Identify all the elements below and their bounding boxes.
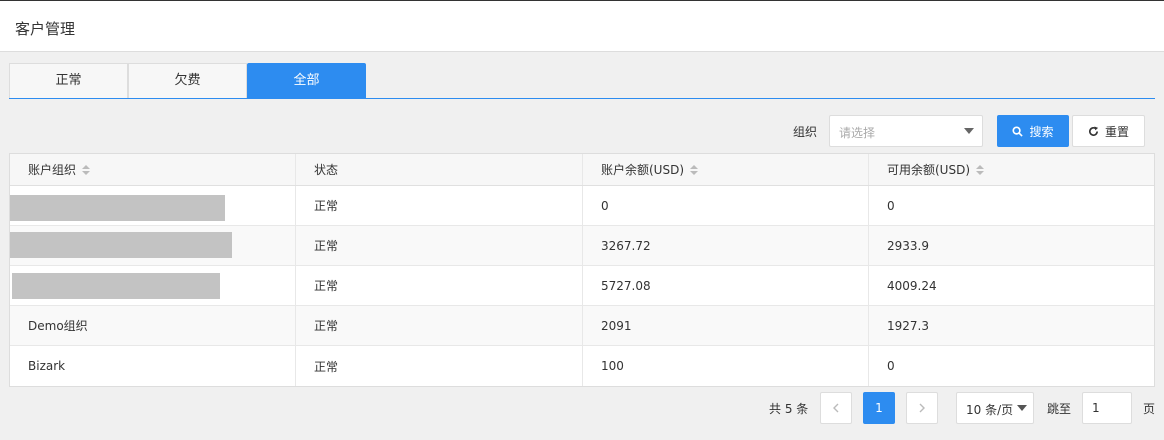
org-cell [10,266,296,305]
page-size-value: 10 条/页 [966,403,1014,417]
table-row: Demo组织 正常 2091 1927.3 [10,306,1154,346]
org-select-placeholder: 请选择 [839,126,876,140]
customer-table: 账户组织 状态 账户余额(USD) 可用余额(USD) 正常 0 0 正常 32… [9,153,1155,387]
column-header-org[interactable]: 账户组织 [10,154,296,185]
table-row: 正常 3267.72 2933.9 [10,226,1154,266]
redacted-block [12,273,220,299]
jump-label: 跳至 [1047,402,1072,416]
next-page-button[interactable] [906,392,938,424]
status-tabs: 正常 欠费 全部 [9,63,1155,99]
reset-button[interactable]: 重置 [1072,115,1145,147]
status-cell: 正常 [296,226,583,265]
status-cell: 正常 [296,306,583,345]
table-row: Bizark 正常 100 0 [10,346,1154,386]
status-cell: 正常 [296,346,583,386]
redacted-block [10,195,225,221]
prev-page-button[interactable] [820,392,852,424]
balance-cell: 100 [583,346,869,386]
page-button-current[interactable]: 1 [863,392,895,424]
org-select[interactable]: 请选择 [829,115,983,147]
chevron-left-icon [833,403,839,413]
column-header-label: 账户组织 [28,163,77,177]
pagination: 共 5 条 1 10 条/页 跳至 页 [0,392,1164,424]
balance-cell: 3267.72 [583,226,869,265]
sort-icon[interactable] [976,164,985,175]
caret-down-icon [964,128,974,134]
available-cell: 0 [887,198,895,213]
table-row: 正常 5727.08 4009.24 [10,266,1154,306]
org-filter-label: 组织 [793,125,818,139]
search-icon [1012,125,1024,137]
page-header: 客户管理 [0,0,1164,52]
tab-all[interactable]: 全部 [247,63,366,98]
table-row: 正常 0 0 [10,186,1154,226]
available-cell: 2933.9 [887,238,929,253]
org-cell [10,226,296,265]
refresh-icon [1089,125,1099,136]
page-title: 客户管理 [15,20,76,38]
tab-normal[interactable]: 正常 [9,63,128,98]
search-button-label: 搜索 [1029,124,1054,139]
available-cell: 0 [887,359,895,373]
table-header-row: 账户组织 状态 账户余额(USD) 可用余额(USD) [10,154,1154,186]
org-cell: Demo组织 [10,306,296,345]
balance-cell: 2091 [583,306,869,345]
column-header-status: 状态 [296,154,583,185]
available-cell: 1927.3 [887,318,929,333]
page-size-select[interactable]: 10 条/页 [956,392,1034,424]
status-cell: 正常 [296,266,583,305]
search-button[interactable]: 搜索 [997,115,1069,147]
available-cell: 4009.24 [887,278,937,293]
column-header-available[interactable]: 可用余额(USD) [869,154,1154,185]
redacted-block [10,232,232,258]
org-cell [10,186,296,225]
balance-cell: 5727.08 [583,266,869,305]
column-header-label: 账户余额(USD) [601,163,685,177]
column-header-label: 可用余额(USD) [887,163,971,177]
chevron-right-icon [919,403,925,413]
jump-suffix: 页 [1143,402,1156,416]
sort-icon[interactable] [690,164,699,175]
org-cell: Bizark [10,346,296,386]
reset-button-label: 重置 [1104,124,1129,139]
total-count: 共 5 条 [769,402,809,416]
balance-cell: 0 [583,186,869,225]
status-cell: 正常 [296,186,583,225]
jump-page-input[interactable] [1082,392,1132,424]
sort-icon[interactable] [82,164,91,175]
column-header-balance[interactable]: 账户余额(USD) [583,154,869,185]
column-header-label: 状态 [314,163,339,177]
caret-down-icon [1017,405,1027,411]
tab-arrears[interactable]: 欠费 [128,63,247,98]
